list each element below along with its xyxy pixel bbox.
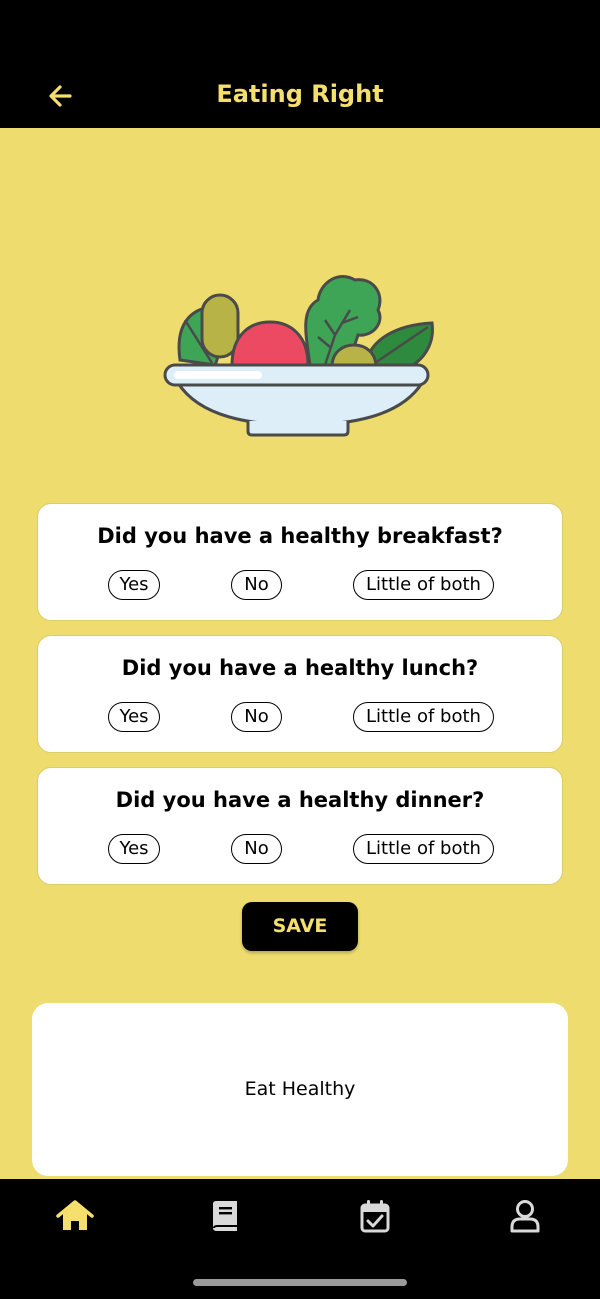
save-button[interactable]: SAVE [242,902,358,951]
tab-journal[interactable] [201,1194,249,1238]
salad-bowl-illustration [163,275,434,437]
option-yes[interactable]: Yes [108,702,160,732]
tab-profile[interactable] [501,1194,549,1238]
option-no[interactable]: No [231,834,282,864]
page-title: Eating Right [216,80,384,108]
tip-text: Eat Healthy [244,1078,356,1100]
question-card-breakfast: Did you have a healthy breakfast? Yes No… [37,503,563,621]
question-text: Did you have a healthy breakfast? [97,524,503,548]
question-card-lunch: Did you have a healthy lunch? Yes No Lit… [37,635,563,753]
question-text: Did you have a healthy dinner? [115,788,485,812]
option-little-of-both[interactable]: Little of both [353,702,494,732]
option-yes[interactable]: Yes [108,570,160,600]
option-yes[interactable]: Yes [108,834,160,864]
profile-icon [510,1200,540,1233]
tab-calendar[interactable] [351,1194,399,1238]
option-little-of-both[interactable]: Little of both [353,570,494,600]
home-indicator [193,1279,407,1286]
calendar-check-icon [360,1200,390,1233]
question-text: Did you have a healthy lunch? [121,656,479,680]
app-header: Eating Right [0,60,600,128]
option-no[interactable]: No [231,570,282,600]
option-little-of-both[interactable]: Little of both [353,834,494,864]
question-card-dinner: Did you have a healthy dinner? Yes No Li… [37,767,563,885]
tab-bar [0,1179,600,1299]
tip-card: Eat Healthy [32,1003,568,1176]
status-bar [0,0,600,60]
tab-home[interactable] [51,1194,99,1238]
home-icon [56,1200,94,1230]
option-no[interactable]: No [231,702,282,732]
book-icon [213,1201,237,1231]
